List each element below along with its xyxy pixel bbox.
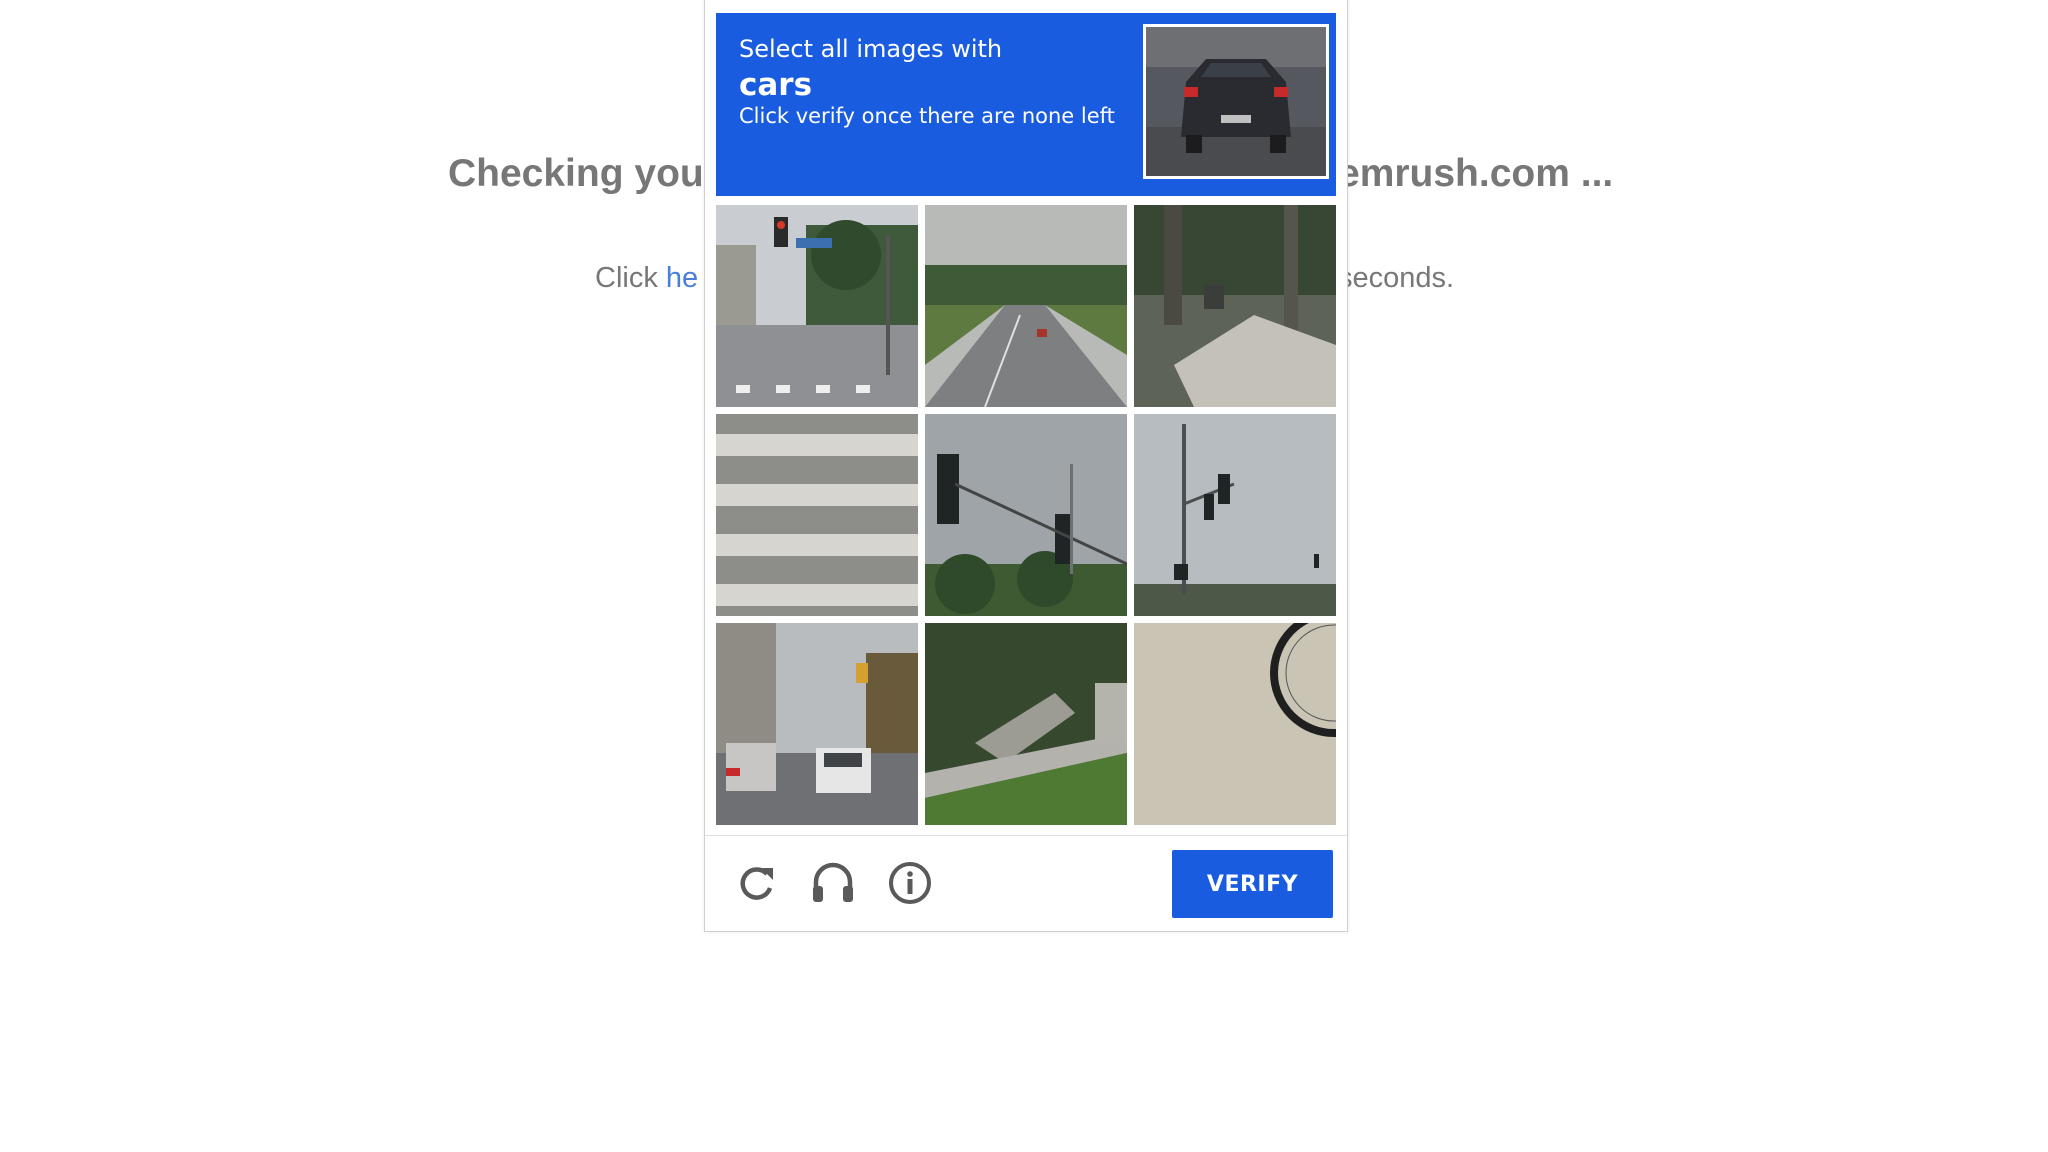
tile-3-sidewalk[interactable] bbox=[1134, 205, 1336, 407]
page-subtext-prefix: Click bbox=[595, 262, 666, 294]
captcha-prompt: Select all images with cars Click verify… bbox=[716, 13, 1336, 196]
page-heading-left: Checking you bbox=[448, 152, 704, 195]
verify-button[interactable]: VERIFY bbox=[1172, 850, 1333, 918]
prompt-target: cars bbox=[739, 67, 813, 103]
tile-7-street-cars[interactable] bbox=[716, 623, 918, 825]
page-subtext-suffix: seconds. bbox=[1338, 262, 1455, 294]
prompt-instruction: Select all images with bbox=[739, 35, 1003, 63]
page-heading-right: emrush.com ... bbox=[1338, 152, 1614, 195]
captcha-footer: VERIFY bbox=[705, 835, 1347, 932]
tile-9-bicycle-wheel[interactable] bbox=[1134, 623, 1336, 825]
info-icon[interactable] bbox=[885, 858, 935, 908]
tile-2-highway[interactable] bbox=[925, 205, 1127, 407]
here-link[interactable]: he bbox=[666, 262, 698, 294]
sample-car-image bbox=[1143, 24, 1329, 179]
tile-8-stairs[interactable] bbox=[925, 623, 1127, 825]
page-subtext-left: Click he bbox=[595, 262, 698, 295]
image-grid bbox=[716, 205, 1336, 825]
tile-6-traffic-light-pole[interactable] bbox=[1134, 414, 1336, 616]
tile-4-crosswalk[interactable] bbox=[716, 414, 918, 616]
tile-1-street-scene[interactable] bbox=[716, 205, 918, 407]
tile-5-traffic-lights[interactable] bbox=[925, 414, 1127, 616]
captcha-challenge: Select all images with cars Click verify… bbox=[704, 0, 1348, 932]
headphones-icon[interactable] bbox=[808, 858, 858, 908]
prompt-hint: Click verify once there are none left bbox=[739, 104, 1115, 128]
reload-icon[interactable] bbox=[731, 858, 781, 908]
